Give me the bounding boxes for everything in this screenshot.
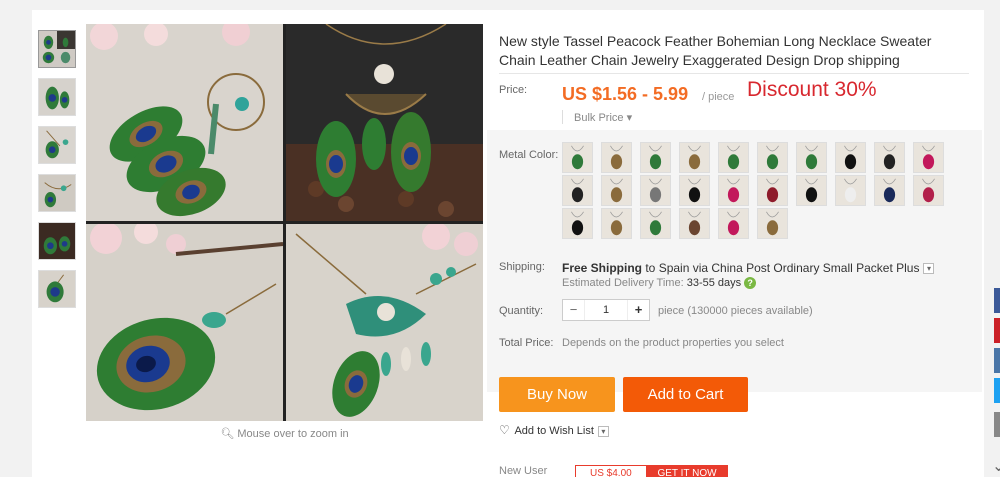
- product-title: New style Tassel Peacock Feather Bohemia…: [499, 33, 932, 68]
- heart-icon: ♡: [499, 423, 510, 437]
- quantity-label: Quantity:: [499, 305, 544, 317]
- pinterest-share-icon[interactable]: [994, 318, 1000, 343]
- delivery-label: Estimated Delivery Time:: [562, 277, 684, 289]
- chevron-down-icon[interactable]: ⌄: [992, 456, 1000, 476]
- metal-color-swatch[interactable]: [835, 175, 866, 206]
- thumbnail-4[interactable]: [38, 174, 76, 212]
- metal-color-swatch[interactable]: [835, 142, 866, 173]
- metal-color-label: Metal Color:: [499, 149, 559, 161]
- metal-color-swatch[interactable]: [601, 175, 632, 206]
- metal-color-swatch[interactable]: [679, 175, 710, 206]
- divider: [562, 110, 563, 124]
- total-price-text: Depends on the product properties you se…: [562, 337, 784, 349]
- help-icon[interactable]: ?: [744, 277, 757, 290]
- image-quadrant-bottom-left: [86, 224, 283, 421]
- magnifier-icon: 🔍︎: [220, 428, 235, 440]
- price-label: Price:: [499, 84, 528, 96]
- thumbnail-1[interactable]: [38, 30, 76, 68]
- add-to-wishlist[interactable]: ♡ Add to Wish List ▾: [499, 423, 609, 437]
- metal-color-swatch[interactable]: [601, 142, 632, 173]
- quantity-input[interactable]: 1: [585, 300, 627, 320]
- metal-color-swatch[interactable]: [796, 142, 827, 173]
- metal-color-swatch[interactable]: [757, 208, 788, 239]
- increase-quantity-button[interactable]: +: [627, 300, 649, 320]
- new-user-coupon: US $4.00 GET IT NOW: [575, 465, 728, 477]
- image-quadrant-top-right: [286, 24, 483, 221]
- delivery-days: 33-55 days: [686, 277, 742, 289]
- delivery-estimate: Estimated Delivery Time: 33-55 days?: [562, 277, 757, 290]
- facebook-share-icon[interactable]: [994, 288, 1000, 313]
- metal-color-swatch[interactable]: [718, 175, 749, 206]
- metal-color-swatch[interactable]: [757, 175, 788, 206]
- metal-color-swatch[interactable]: [640, 208, 671, 239]
- bulk-price-dropdown[interactable]: Bulk Price ▾: [574, 111, 632, 124]
- thumbnail-6[interactable]: [38, 270, 76, 308]
- image-quadrant-bottom-right: [286, 224, 483, 421]
- wishlist-dropdown-icon[interactable]: ▾: [597, 425, 609, 437]
- metal-color-swatch[interactable]: [640, 175, 671, 206]
- metal-color-swatch[interactable]: [562, 175, 593, 206]
- bulk-price-label: Bulk Price: [574, 112, 624, 124]
- more-share-icon[interactable]: [994, 412, 1000, 437]
- get-coupon-button[interactable]: GET IT NOW: [646, 465, 728, 477]
- product-details: New style Tassel Peacock Feather Bohemia…: [487, 24, 982, 477]
- total-price-label: Total Price:: [499, 337, 554, 349]
- metal-color-swatch[interactable]: [601, 208, 632, 239]
- thumbnail-5[interactable]: [38, 222, 76, 260]
- price-unit: / piece: [702, 91, 735, 103]
- metal-color-swatch[interactable]: [874, 175, 905, 206]
- vk-share-icon[interactable]: [994, 348, 1000, 373]
- caret-down-icon: ▾: [626, 112, 633, 124]
- metal-color-swatch[interactable]: [640, 142, 671, 173]
- metal-color-swatch[interactable]: [796, 175, 827, 206]
- add-to-cart-button[interactable]: Add to Cart: [623, 377, 748, 412]
- image-quadrant-top-left: [86, 24, 283, 221]
- metal-color-swatch[interactable]: [913, 142, 944, 173]
- shipping-method: Free Shipping to Spain via China Post Or…: [562, 261, 935, 275]
- main-product-image[interactable]: [86, 24, 483, 421]
- twitter-share-icon[interactable]: [994, 378, 1000, 403]
- shipping-method-text: to Spain via China Post Ordinary Small P…: [642, 261, 920, 275]
- thumbnail-strip: [38, 30, 78, 318]
- metal-color-swatch[interactable]: [679, 142, 710, 173]
- metal-color-swatch[interactable]: [757, 142, 788, 173]
- thumbnail-2[interactable]: [38, 78, 76, 116]
- thumbnail-3[interactable]: [38, 126, 76, 164]
- free-shipping-text: Free Shipping: [562, 261, 643, 275]
- divider: [499, 73, 969, 74]
- shipping-label: Shipping:: [499, 261, 545, 273]
- quantity-availability: piece (130000 pieces available): [658, 305, 813, 317]
- zoom-hint-text: Mouse over to zoom in: [237, 428, 349, 440]
- zoom-hint: 🔍︎ Mouse over to zoom in: [86, 427, 483, 440]
- metal-color-swatch[interactable]: [913, 175, 944, 206]
- new-user-label: New User: [499, 465, 548, 477]
- metal-color-swatch[interactable]: [718, 208, 749, 239]
- metal-color-swatch[interactable]: [562, 142, 593, 173]
- wishlist-label: Add to Wish List: [514, 425, 594, 437]
- metal-color-swatch[interactable]: [562, 208, 593, 239]
- price-range: US $1.56 - 5.99: [562, 84, 689, 104]
- quantity-stepper: − 1 +: [562, 299, 650, 321]
- metal-color-swatch[interactable]: [874, 142, 905, 173]
- discount-text: Discount 30%: [747, 78, 877, 101]
- metal-color-swatch[interactable]: [679, 208, 710, 239]
- buy-now-button[interactable]: Buy Now: [499, 377, 615, 412]
- metal-color-swatch[interactable]: [718, 142, 749, 173]
- decrease-quantity-button[interactable]: −: [563, 300, 585, 320]
- shipping-dropdown-icon[interactable]: ▾: [923, 263, 935, 275]
- coupon-amount: US $4.00: [590, 468, 632, 477]
